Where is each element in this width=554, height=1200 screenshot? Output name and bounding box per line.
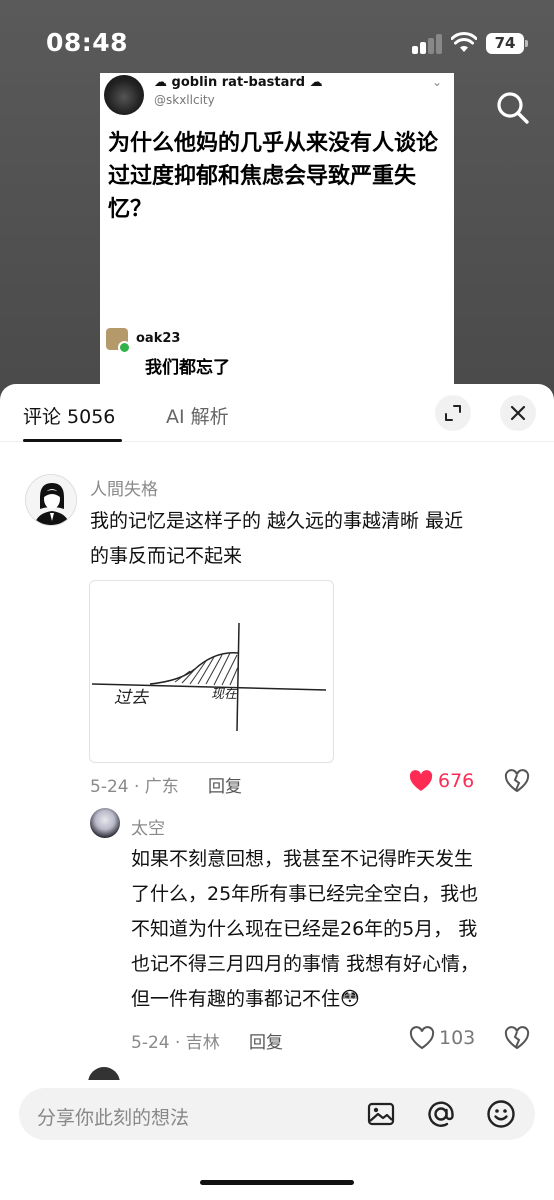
video-background: 08:48 74 ☁ goblin rat-bastard ☁ @skxllci…: [0, 0, 554, 400]
comment-text-line: 但一件有趣的事都记不住😳: [131, 988, 360, 1010]
comment-text-line: 的事反而记不起来: [90, 545, 243, 567]
comment-author-name[interactable]: 人間失格: [90, 475, 158, 500]
comment-text-line: 也记不得三月四月的事情 我想有好心情，: [131, 953, 480, 975]
dislike-heart-icon[interactable]: [504, 1026, 530, 1050]
post-screenshot: ☁ goblin rat-bastard ☁ @skxllcity ⌄ 为什么他…: [100, 73, 454, 400]
sketch-label-now: 现在: [211, 687, 239, 702]
memory-sketch-drawing: 过去 现在: [91, 622, 327, 732]
avatar[interactable]: [90, 808, 120, 838]
battery-icon: 74: [486, 33, 524, 54]
expand-icon: [445, 405, 461, 421]
comment-author-name[interactable]: 太空: [131, 814, 165, 839]
mention-icon[interactable]: [425, 1098, 457, 1130]
like-count: 103: [439, 1027, 476, 1049]
search-icon[interactable]: [494, 89, 532, 127]
reply-button[interactable]: 回复: [208, 772, 242, 797]
comment-text-line: 我的记忆是这样子的 越久远的事越清晰 最近: [90, 510, 464, 532]
comment-sheet: 评论 5056 AI 解析 人間失格 我的记忆是这样子的 越久远的事越清晰 最近…: [0, 384, 554, 1200]
wifi-icon: [451, 32, 477, 52]
avatar[interactable]: [25, 474, 77, 526]
comment-tabs: 评论 5056 AI 解析: [0, 384, 554, 442]
comment-image[interactable]: 过去 现在: [89, 580, 334, 763]
chevron-down-icon: ⌄: [432, 75, 443, 89]
close-icon: [510, 405, 526, 421]
comment-text-line: 了什么，25年所有事已经完全空白，我也: [131, 883, 479, 905]
comment-meta: 5-24 · 吉林: [131, 1033, 220, 1053]
reply-author-name: oak23: [136, 331, 181, 346]
dislike-heart-icon[interactable]: [504, 769, 530, 793]
close-button[interactable]: [500, 395, 536, 431]
cellular-signal-icon: [412, 34, 444, 54]
comment-text-line: 不知道为什么现在已经是26年的5月， 我: [131, 918, 478, 940]
like-count: 676: [438, 770, 475, 792]
post-author-avatar: [104, 75, 144, 115]
reply-badge-icon: [118, 341, 131, 354]
reply-button[interactable]: 回复: [249, 1028, 283, 1053]
emoji-icon[interactable]: [485, 1098, 517, 1130]
tab-ai-analysis[interactable]: AI 解析: [166, 402, 229, 429]
comment-input-placeholder: 分享你此刻的想法: [37, 1107, 190, 1129]
comment-text-line: 如果不刻意回想，我甚至不记得昨天发生: [131, 848, 474, 870]
home-indicator: [200, 1180, 354, 1185]
active-tab-indicator: [23, 439, 122, 442]
reply-text: 我们都忘了: [145, 358, 230, 378]
avatar-illustration: [26, 475, 76, 525]
image-icon[interactable]: [365, 1098, 397, 1130]
post-text: 为什么他妈的几乎从来没有人谈论过过度抑郁和焦虑会导致严重失忆？: [108, 131, 439, 222]
battery-tip: [525, 40, 528, 47]
tab-comments[interactable]: 评论 5056: [23, 402, 115, 429]
status-time: 08:48: [46, 28, 129, 57]
post-author-handle: @skxllcity: [154, 93, 215, 107]
post-author-name: ☁ goblin rat-bastard ☁: [154, 75, 323, 90]
comment-meta: 5-24 · 广东: [90, 777, 179, 797]
heart-outline-icon[interactable]: [409, 1026, 435, 1050]
expand-button[interactable]: [435, 395, 471, 431]
comment-input[interactable]: 分享你此刻的想法: [19, 1088, 535, 1140]
sketch-label-past: 过去: [114, 688, 149, 708]
heart-filled-icon[interactable]: [408, 769, 434, 793]
